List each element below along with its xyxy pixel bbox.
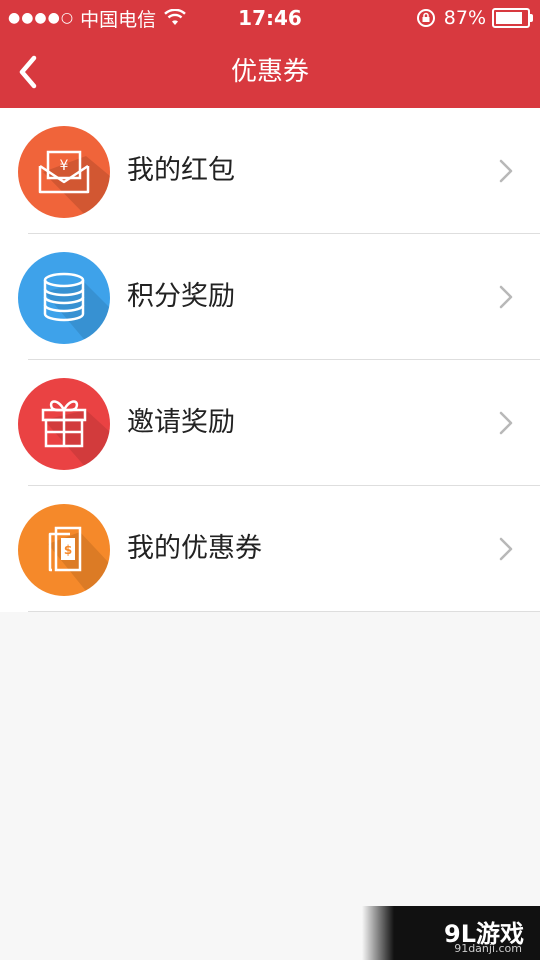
- page-title: 优惠券: [230, 57, 309, 87]
- navigation-bar: 优惠券: [0, 36, 540, 108]
- list-item-label: 积分奖励: [127, 281, 235, 312]
- chevron-right-icon: [499, 285, 513, 309]
- status-bar: ●●●●○ 中国电信 17:46 87%: [0, 0, 540, 36]
- list-item-label: 邀请奖励: [127, 407, 235, 438]
- coin-stack-icon: [18, 252, 110, 344]
- coupon-icon: $: [18, 504, 110, 596]
- chevron-right-icon: [499, 537, 513, 561]
- red-envelope-icon: ¥: [18, 126, 110, 218]
- list-item-label: 我的优惠券: [127, 533, 262, 564]
- menu-list: ¥ 我的红包 积分奖励 邀请奖励 $ 我的优惠券: [0, 108, 540, 612]
- rotation-lock-icon: [416, 9, 435, 27]
- list-item-label: 我的红包: [127, 155, 235, 186]
- list-item-invite[interactable]: 邀请奖励: [0, 360, 540, 486]
- list-item-coupon[interactable]: $ 我的优惠券: [0, 486, 540, 612]
- battery-percent: 87%: [443, 7, 486, 29]
- chevron-right-icon: [499, 159, 513, 183]
- battery-icon: [492, 8, 533, 28]
- watermark: 9L游戏 91danji.com: [362, 906, 540, 960]
- gift-icon: [18, 378, 110, 470]
- list-item-red-envelope[interactable]: ¥ 我的红包: [0, 108, 540, 234]
- svg-text:¥: ¥: [60, 158, 69, 174]
- svg-text:$: $: [64, 543, 72, 557]
- list-item-points[interactable]: 积分奖励: [0, 234, 540, 360]
- chevron-right-icon: [499, 411, 513, 435]
- watermark-url: 91danji.com: [454, 942, 522, 955]
